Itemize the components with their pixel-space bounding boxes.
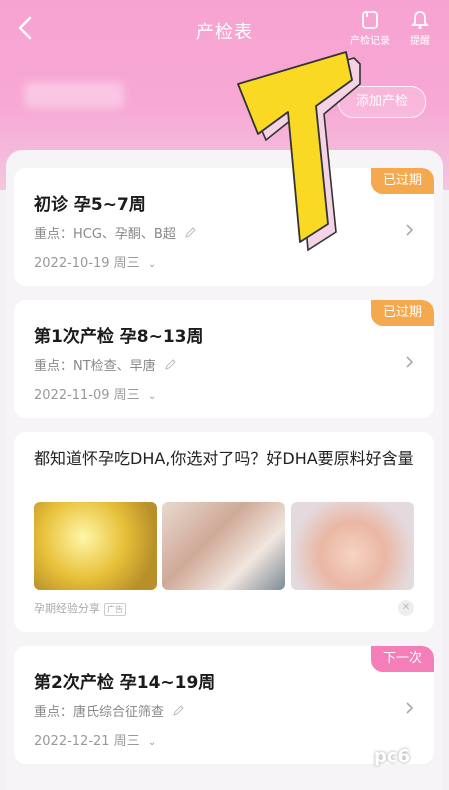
watermark: pc6 [374,746,411,767]
ad-image-baby[interactable] [291,502,414,590]
checkup-title: 第1次产检 孕8~13周 [34,327,204,347]
checkup-focus-text: 重点：唐氏综合征筛查 [34,705,165,720]
blurred-info [24,82,124,108]
remind-button[interactable]: 提醒 [396,10,444,47]
ad-source-text: 孕期经验分享 [34,602,100,615]
checkup-card-2[interactable]: 已过期 第1次产检 孕8~13周 重点：NT检查、早唐 2022-11-09 周… [14,300,434,418]
checkup-card-1[interactable]: 已过期 初诊 孕5~7周 重点：HCG、孕酮、B超 2022-10-19 周三 … [14,168,434,286]
checkup-date-text: 2022-11-09 周三 [34,388,140,403]
chevron-down-icon: ⌄ [147,259,157,270]
checkup-focus-text: 重点：NT检查、早唐 [34,359,156,374]
checkup-date[interactable]: 2022-10-19 周三 ⌄ [34,252,156,271]
checkup-date-text: 2022-12-21 周三 [34,734,140,749]
ad-source: 孕期经验分享 广告 [34,600,126,616]
checkup-date[interactable]: 2022-11-09 周三 ⌄ [34,384,156,403]
ad-image-pregnancy[interactable] [162,502,285,590]
checkup-focus: 重点：NT检查、早唐 [34,355,176,374]
checkup-record-button[interactable]: 产检记录 [346,10,394,47]
checkup-card-3[interactable]: 下一次 第2次产检 孕14~19周 重点：唐氏综合征筛查 2022-12-21 … [14,646,434,764]
tutorial-arrow-icon [237,51,361,252]
ad-card[interactable]: 都知道怀孕吃DHA,你选对了吗？好DHA要原料好含量 孕期经验分享 广告 ✕ [14,432,434,632]
chevron-right-icon [406,224,414,236]
ad-close-icon[interactable]: ✕ [398,600,414,616]
chevron-down-icon: ⌄ [147,737,157,748]
checkup-focus-text: 重点：HCG、孕酮、B超 [34,227,176,242]
remind-label: 提醒 [410,36,430,47]
checkup-focus: 重点：HCG、孕酮、B超 [34,223,196,242]
ad-image-capsules[interactable] [34,502,157,590]
checkup-date[interactable]: 2022-12-21 周三 ⌄ [34,730,156,749]
checkup-date-text: 2022-10-19 周三 [34,256,140,271]
chevron-right-icon [406,356,414,368]
edit-pencil-icon[interactable] [184,227,196,239]
bell-icon [410,11,430,29]
chevron-right-icon [406,702,414,714]
ad-tag: 广告 [104,603,126,616]
chevron-down-icon: ⌄ [147,391,157,402]
edit-pencil-icon[interactable] [164,359,176,371]
expired-badge: 已过期 [370,168,434,194]
ad-title: 都知道怀孕吃DHA,你选对了吗？好DHA要原料好含量 [34,449,414,468]
checkup-title: 初诊 孕5~7周 [34,195,146,215]
edit-pencil-icon[interactable] [172,705,184,717]
record-icon [362,11,378,29]
next-badge: 下一次 [370,646,434,672]
checkup-focus: 重点：唐氏综合征筛查 [34,701,184,720]
checkup-title: 第2次产检 孕14~19周 [34,673,216,693]
expired-badge: 已过期 [370,300,434,326]
